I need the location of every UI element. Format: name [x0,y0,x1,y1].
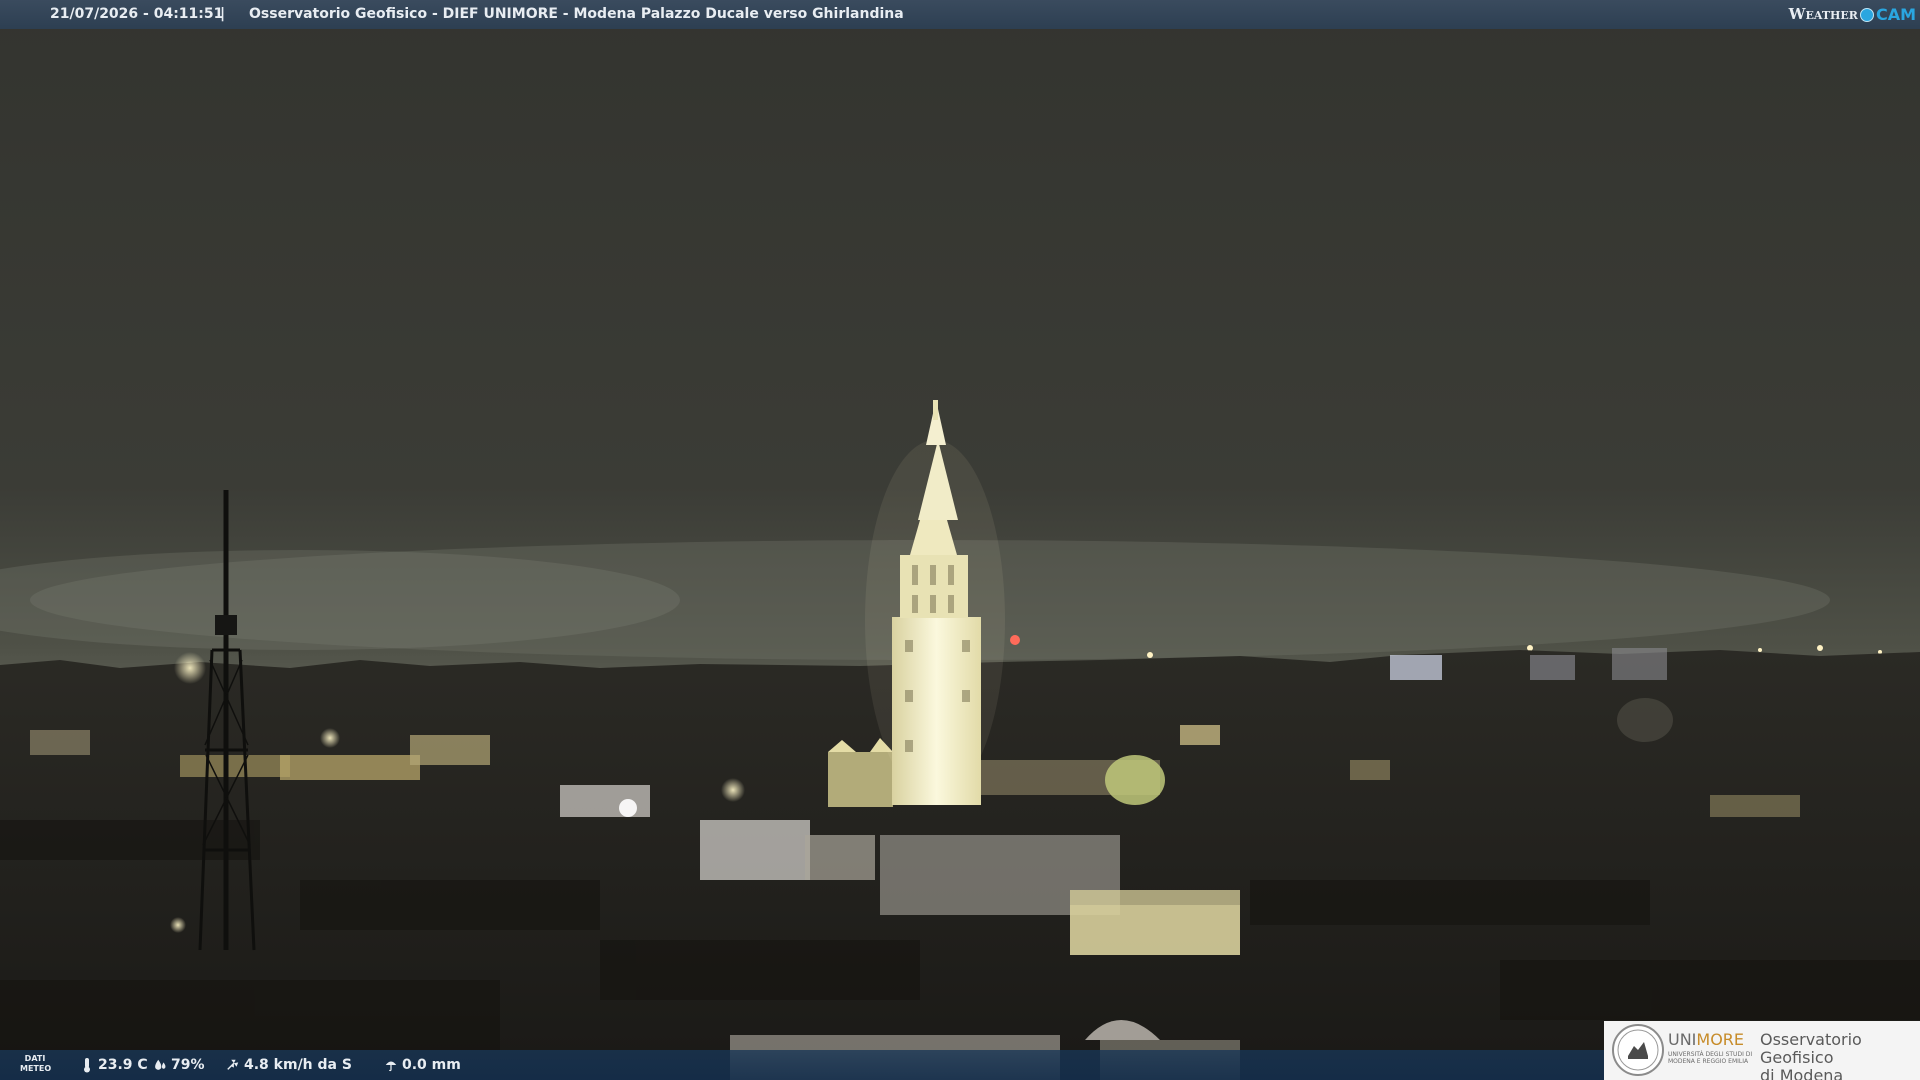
rain-value: 0.0 mm [402,1057,461,1073]
globe-icon [1859,7,1874,22]
camera-title: Osservatorio Geofisico - DIEF UNIMORE - … [249,6,904,22]
weathercam-logo-cam: CAM [1875,5,1916,24]
camera-header-bar: 21/07/2026 - 04:11:51 | Osservatorio Geo… [0,0,1920,29]
weathercam-logo-text: Weather [1788,5,1858,23]
temperature-value: 23.9 C [98,1057,148,1073]
rain-umbrella-icon [385,1061,397,1072]
wind-icon [227,1059,239,1070]
temperature-reading: 23.9 C [80,1056,148,1074]
unimore-wordmark: UNIMORE [1668,1030,1745,1049]
thermometer-icon [84,1058,90,1073]
weathercam-logo: Weather CAM [1789,2,1916,27]
wind-value: 4.8 km/h da S [244,1057,352,1073]
header-separator: | [220,6,226,22]
unimore-observatory-logo: UNIMORE UNIVERSITÀ DEGLI STUDI DI MODENA… [1604,1021,1920,1080]
unimore-subtitle: UNIVERSITÀ DEGLI STUDI DI MODENA E REGGI… [1668,1051,1753,1065]
unimore-seal-icon [1612,1024,1664,1076]
wind-reading: 4.8 km/h da S [226,1056,352,1074]
weather-data-label: DATI METEO [20,1054,52,1073]
timestamp: 21/07/2026 - 04:11:51 [50,6,224,22]
rain-reading: 0.0 mm [384,1056,461,1074]
humidity-value: 79% [171,1057,205,1073]
webcam-view: 21/07/2026 - 04:11:51 | Osservatorio Geo… [0,0,1920,1080]
humidity-drop-icon [155,1059,166,1070]
observatory-name: Osservatorio Geofisico di Modena [1760,1030,1862,1080]
webcam-image [0,0,1920,1080]
humidity-reading: 79% [153,1056,205,1074]
